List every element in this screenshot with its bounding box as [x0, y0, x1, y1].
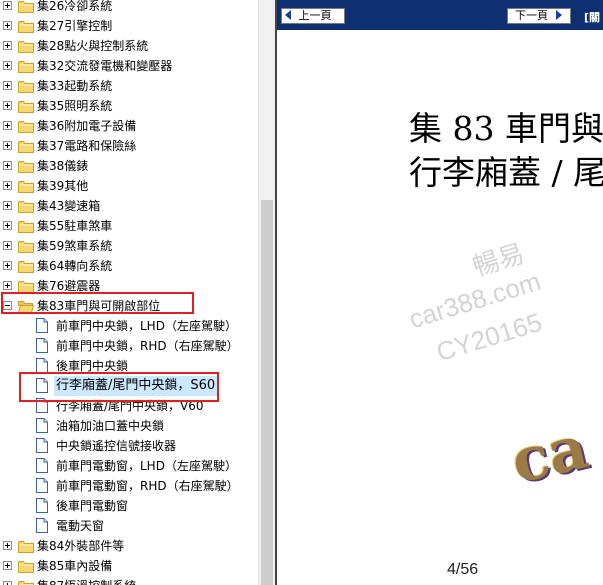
- document-page-icon: [36, 498, 48, 513]
- tree-item-label: 集85車內設備: [37, 559, 113, 573]
- right-arrow-icon: [555, 10, 562, 20]
- folder-icon: [18, 139, 34, 153]
- document-page-icon: [36, 338, 48, 353]
- expand-icon[interactable]: [3, 161, 12, 170]
- tree-item-label: 集36附加電子設備: [37, 119, 137, 133]
- tree-item-label: 集55駐車煞車: [37, 219, 113, 233]
- tree-item-label: 集35照明系統: [37, 99, 113, 113]
- expand-icon[interactable]: [3, 1, 12, 10]
- page-indicator: 4/56: [447, 561, 479, 578]
- folder-icon: [18, 579, 34, 585]
- tree-item-label: 集28點火與控制系統: [37, 39, 149, 53]
- tree-item-label: 集59煞車系統: [37, 239, 113, 253]
- tree-item-label: 油箱加油口蓋中央鎖: [56, 419, 165, 433]
- expand-icon[interactable]: [3, 581, 12, 585]
- tree-item-label: 電動天窗: [56, 519, 105, 533]
- document-page-icon: [36, 358, 48, 373]
- left-arrow-icon: [285, 10, 291, 20]
- folder-icon: [18, 39, 34, 53]
- expand-icon[interactable]: [3, 281, 12, 290]
- expand-icon[interactable]: [3, 241, 12, 250]
- folder-icon: [18, 239, 34, 253]
- document-page-icon: [36, 438, 48, 453]
- tree-item-label: 前車門電動窗，RHD（右座駕駛）: [56, 479, 239, 493]
- viewer-toolbar: 上一頁 下一頁 [關: [277, 0, 603, 30]
- tree-item-label: 集84外裝部件等: [37, 539, 125, 553]
- document-page-icon: [36, 458, 48, 473]
- tree-item-label: 前車門電動窗，LHD（左座駕駛）: [56, 459, 237, 473]
- folder-icon: [18, 159, 34, 173]
- expand-icon[interactable]: [3, 121, 12, 130]
- document-page-icon: [36, 318, 48, 333]
- expand-icon[interactable]: [3, 561, 12, 570]
- tree-item-label: 集32交流發電機和變壓器: [37, 59, 173, 73]
- expand-icon[interactable]: [3, 221, 12, 230]
- document-viewer: 上一頁 下一頁 [關 集 83 車門與 行李廂蓋 / 尾 暢易 car388.c…: [275, 0, 603, 585]
- toolbar-extra-label[interactable]: [關: [584, 9, 600, 25]
- tree-item-label: 集43變速箱: [37, 199, 101, 213]
- expand-icon[interactable]: [3, 141, 12, 150]
- prev-page-button[interactable]: 上一頁: [281, 8, 345, 24]
- expand-icon[interactable]: [3, 201, 12, 210]
- tree-item-label: 集38儀錶: [37, 159, 89, 173]
- folder-icon: [18, 219, 34, 233]
- tree-item-label: 集87恆溫控制系統: [37, 576, 136, 585]
- folder-icon: [18, 179, 34, 193]
- folder-icon: [18, 119, 34, 133]
- tree-item-label: 後車門電動窗: [56, 499, 129, 513]
- highlight-box-item: [19, 372, 219, 402]
- folder-icon: [18, 19, 34, 33]
- folder-icon: [18, 259, 34, 273]
- next-page-button[interactable]: 下一頁: [507, 8, 571, 24]
- folder-icon: [18, 0, 34, 13]
- expand-icon[interactable]: [3, 41, 12, 50]
- folder-icon: [18, 59, 34, 73]
- tree-item-label: 集37電路和保險絲: [37, 139, 137, 153]
- expand-icon[interactable]: [3, 101, 12, 110]
- folder-icon: [18, 279, 34, 293]
- scrollbar-thumb[interactable]: [261, 200, 273, 585]
- document-page-icon: [36, 418, 48, 433]
- folder-icon: [18, 199, 34, 213]
- folder-icon: [18, 539, 34, 553]
- folder-icon: [18, 99, 34, 113]
- document-title-line2: 行李廂蓋 / 尾: [409, 153, 603, 192]
- expand-icon[interactable]: [3, 541, 12, 550]
- tree-item-label: 集27引擎控制: [37, 19, 113, 33]
- prev-page-label: 上一頁: [298, 9, 332, 22]
- tree-item-label: 中央鎖遙控信號接收器: [56, 439, 177, 453]
- highlight-box-chapter: [1, 292, 194, 314]
- expand-icon[interactable]: [3, 21, 12, 30]
- tree-item-label: 前車門中央鎖，RHD（右座駕駛）: [56, 339, 239, 353]
- folder-icon: [18, 79, 34, 93]
- document-page-icon: [36, 518, 48, 533]
- tree-scrollbar[interactable]: [258, 0, 275, 585]
- next-page-label: 下一頁: [515, 9, 548, 22]
- folder-icon: [18, 559, 34, 573]
- expand-icon[interactable]: [3, 81, 12, 90]
- document-title-line1: 集 83 車門與: [409, 109, 603, 148]
- tree-item-label: 集39其他: [37, 179, 89, 193]
- tree-item-label: 前車門中央鎖，LHD（左座駕駛）: [56, 319, 237, 333]
- tree-item-label: 集26冷卻系統: [37, 0, 113, 13]
- expand-icon[interactable]: [3, 181, 12, 190]
- tree-item-label: 集33起動系統: [37, 79, 113, 93]
- brand-logo: ca: [505, 412, 595, 498]
- expand-icon[interactable]: [3, 61, 12, 70]
- expand-icon[interactable]: [3, 261, 12, 270]
- document-page-icon: [36, 478, 48, 493]
- tree-item-label: 集64轉向系統: [37, 259, 113, 273]
